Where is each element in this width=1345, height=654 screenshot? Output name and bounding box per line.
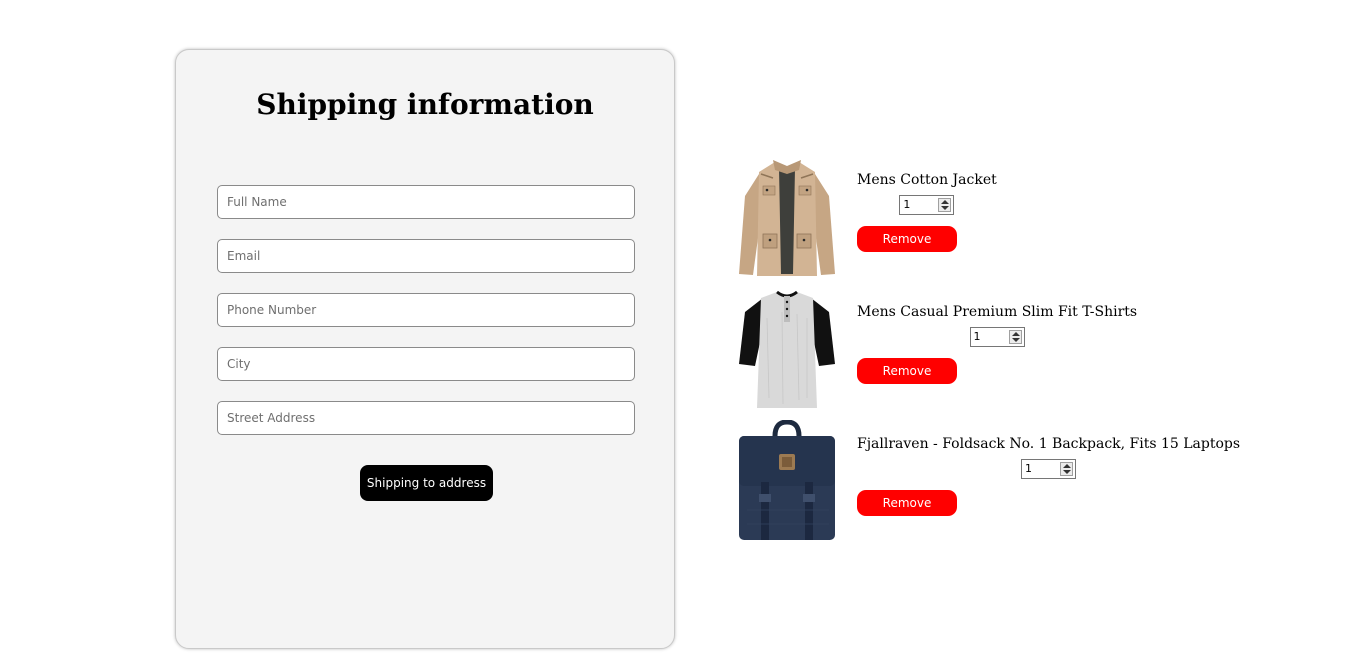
cart-item-title: Fjallraven - Foldsack No. 1 Backpack, Fi… xyxy=(857,436,1241,452)
quantity-row: 1 xyxy=(857,195,997,217)
jacket-image xyxy=(739,160,835,276)
tshirt-image xyxy=(739,290,835,408)
phone-number-input[interactable] xyxy=(217,293,635,327)
cart-item: Mens Cotton Jacket 1 Remove xyxy=(737,156,1257,278)
backpack-image xyxy=(739,420,835,540)
remove-button[interactable]: Remove xyxy=(857,226,957,252)
decrement-arrow-icon[interactable] xyxy=(1063,470,1072,474)
cart-item-details: Mens Casual Premium Slim Fit T-Shirts 1 … xyxy=(857,304,1137,384)
remove-button[interactable]: Remove xyxy=(857,358,957,384)
quantity-row: 1 xyxy=(857,327,1137,349)
increment-arrow-icon[interactable] xyxy=(941,200,950,204)
checkout-page: Shipping information Shipping to address xyxy=(0,0,1345,654)
quantity-value: 1 xyxy=(903,198,911,211)
spinner-buttons[interactable] xyxy=(1008,330,1022,344)
cart-item-title: Mens Cotton Jacket xyxy=(857,172,997,188)
spinner-buttons[interactable] xyxy=(938,198,952,212)
spinner-buttons[interactable] xyxy=(1060,462,1074,476)
cart-item-details: Fjallraven - Foldsack No. 1 Backpack, Fi… xyxy=(857,436,1240,516)
cart-item: Fjallraven - Foldsack No. 1 Backpack, Fi… xyxy=(737,420,1257,542)
increment-arrow-icon[interactable] xyxy=(1011,332,1020,336)
cart-item-title: Mens Casual Premium Slim Fit T-Shirts xyxy=(857,304,1138,320)
quantity-stepper[interactable]: 1 xyxy=(969,327,1025,347)
shipping-form-card: Shipping information Shipping to address xyxy=(175,49,675,649)
quantity-row: 1 xyxy=(857,459,1240,481)
decrement-arrow-icon[interactable] xyxy=(941,206,950,210)
quantity-stepper[interactable]: 1 xyxy=(1021,459,1077,479)
increment-arrow-icon[interactable] xyxy=(1063,464,1072,468)
quantity-value: 1 xyxy=(973,330,981,343)
cart-item: Mens Casual Premium Slim Fit T-Shirts 1 … xyxy=(737,288,1257,410)
remove-button[interactable]: Remove xyxy=(857,490,957,516)
decrement-arrow-icon[interactable] xyxy=(1011,338,1020,342)
quantity-stepper[interactable]: 1 xyxy=(899,195,955,215)
shipping-to-address-button[interactable]: Shipping to address xyxy=(360,465,493,501)
full-name-input[interactable] xyxy=(217,185,635,219)
shipping-form-title: Shipping information xyxy=(256,88,594,121)
email-input[interactable] xyxy=(217,239,635,273)
city-input[interactable] xyxy=(217,347,635,381)
street-address-input[interactable] xyxy=(217,401,635,435)
cart-item-details: Mens Cotton Jacket 1 Remove xyxy=(857,172,997,252)
quantity-value: 1 xyxy=(1025,462,1033,475)
